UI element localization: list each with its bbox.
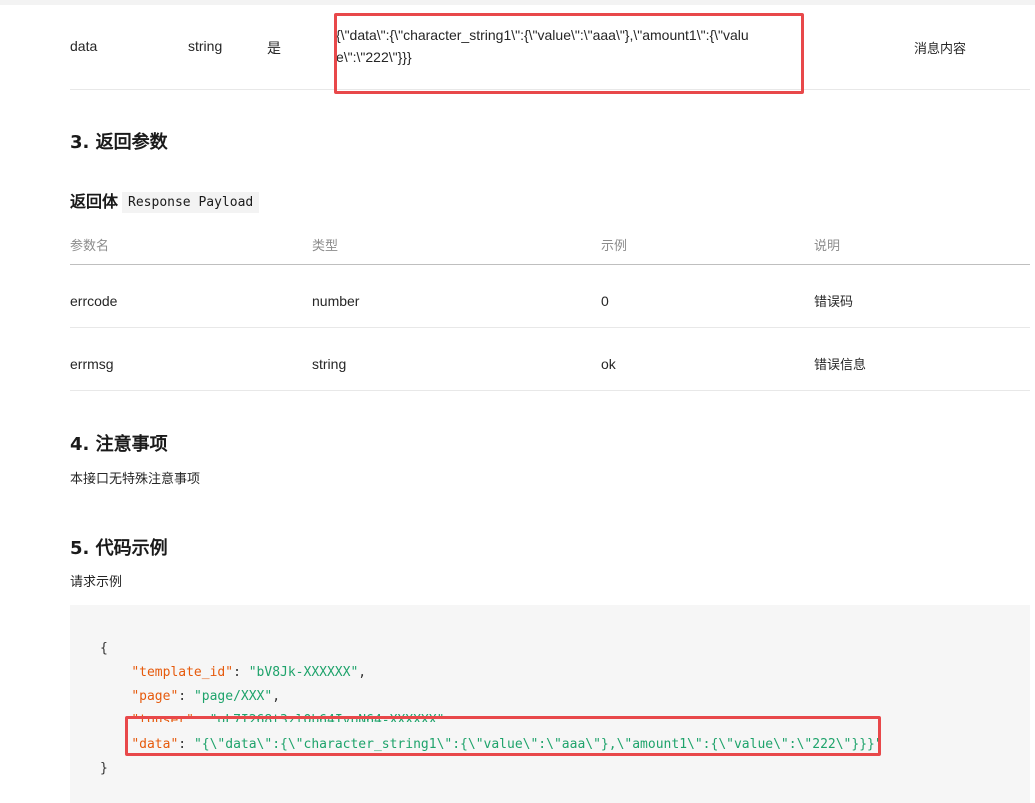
code-value: "page/XXX"	[193, 689, 273, 704]
notes-text: 本接口无特殊注意事项	[70, 472, 201, 487]
param-type: string	[188, 38, 223, 54]
table-header: 参数名 类型 示例 说明	[70, 222, 1030, 265]
header-desc: 说明	[814, 238, 841, 253]
code-value: "bV8Jk-XXXXXX"	[248, 665, 359, 680]
cell-desc: 错误信息	[814, 356, 867, 372]
header-type: 类型	[312, 238, 339, 253]
code-close-brace: }	[100, 761, 108, 776]
section-title-return-params: 3. 返回参数	[70, 132, 168, 153]
code-block[interactable]: { "template_id": "bV8Jk-XXXXXX", "page":…	[70, 605, 1030, 803]
header-param-name: 参数名	[70, 238, 110, 253]
code-content: { "template_id": "bV8Jk-XXXXXX", "page":…	[100, 637, 883, 781]
table-row: errmsg string ok 错误信息	[70, 328, 1030, 391]
param-desc: 消息内容	[914, 41, 967, 56]
code-tail: ,	[358, 665, 367, 680]
cell-name: errmsg	[70, 356, 114, 373]
section-title-code-example: 5. 代码示例	[70, 538, 168, 559]
cell-example: ok	[601, 356, 616, 373]
header-example: 示例	[601, 238, 628, 253]
code-tail: ,	[272, 689, 281, 704]
response-body-title: 返回体 Response Payload	[70, 188, 260, 213]
code-key: "template_id"	[131, 665, 234, 680]
highlight-box-example	[334, 13, 804, 94]
code-sep: :	[178, 689, 194, 704]
cell-type: number	[312, 293, 360, 310]
highlight-box-code	[125, 716, 881, 756]
code-sep: :	[233, 665, 249, 680]
cell-name: errcode	[70, 293, 118, 310]
cell-example: 0	[601, 293, 609, 310]
section-title-notes: 4. 注意事项	[70, 434, 168, 455]
code-open-brace: {	[100, 641, 108, 656]
cell-desc: 错误码	[814, 293, 854, 309]
param-name: data	[70, 38, 98, 54]
request-example-label: 请求示例	[70, 575, 123, 590]
response-table: 参数名 类型 示例 说明 errcode number 0 错误码 errmsg…	[70, 222, 1030, 391]
response-payload-code: Response Payload	[122, 192, 260, 213]
code-key: "page"	[131, 689, 179, 704]
table-row: errcode number 0 错误码	[70, 265, 1030, 328]
cell-type: string	[312, 356, 347, 373]
response-body-label: 返回体	[70, 192, 119, 211]
param-required: 是	[267, 40, 281, 56]
